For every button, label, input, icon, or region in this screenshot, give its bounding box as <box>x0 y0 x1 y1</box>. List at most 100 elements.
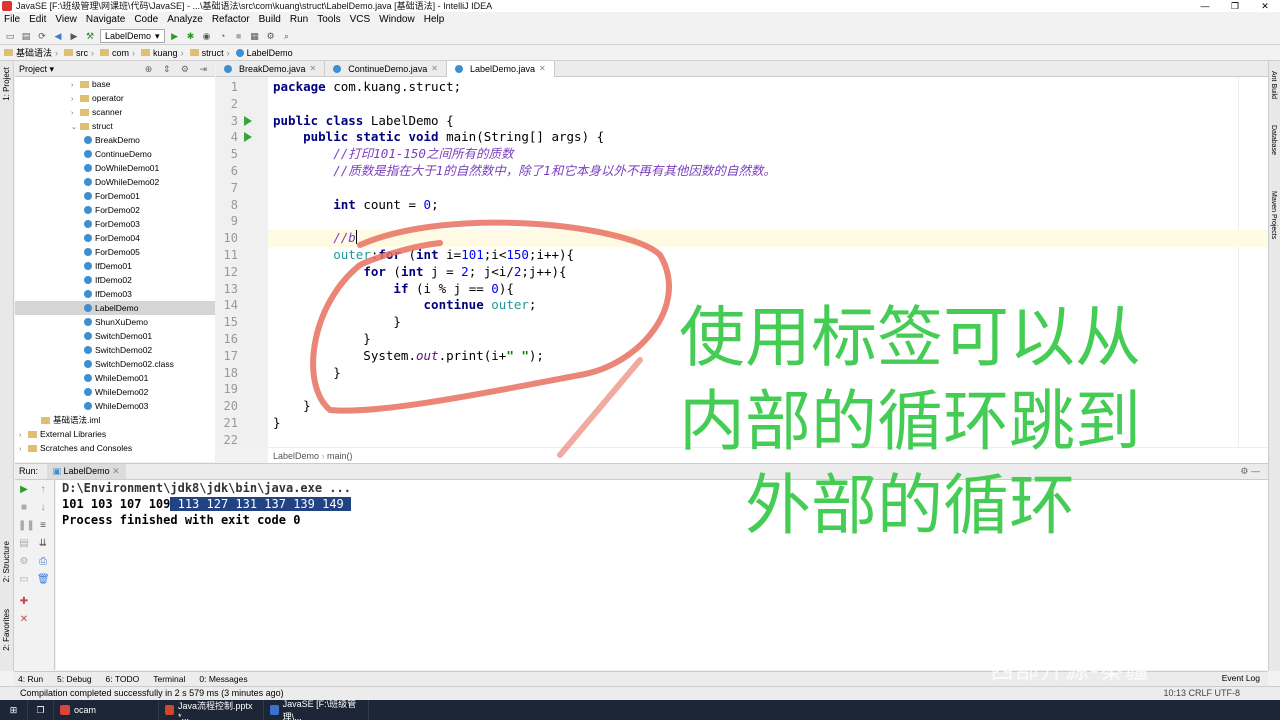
tree-item[interactable]: ShunXuDemo <box>15 315 215 329</box>
print-icon[interactable]: ⎙ <box>37 556 49 568</box>
tree-item[interactable]: SwitchDemo02.class <box>15 357 215 371</box>
tool-tab[interactable]: 4: Run <box>18 672 43 686</box>
close-icon[interactable]: ✕ <box>18 614 30 626</box>
dump-threads-icon[interactable]: ▤ <box>18 538 30 550</box>
trash-icon[interactable]: 🗑 <box>37 574 50 586</box>
stop-icon[interactable]: ■ <box>18 502 30 514</box>
tool-tab[interactable]: Terminal <box>153 672 185 686</box>
sync-icon[interactable]: ⟳ <box>36 30 48 42</box>
breadcrumb-item[interactable]: src › <box>64 48 100 58</box>
panel-actions[interactable]: ⊕ ⇕ ⚙ ⇥ <box>145 61 211 77</box>
maximize-button[interactable]: ❐ <box>1220 0 1250 12</box>
tool-tab[interactable]: 6: TODO <box>106 672 140 686</box>
favorites-tool-button[interactable]: 2: Favorites <box>2 609 11 651</box>
build-icon[interactable]: ⚒ <box>84 30 96 42</box>
settings-icon[interactable]: ⚙ <box>18 556 30 568</box>
soft-wrap-icon[interactable]: ≡ <box>37 520 49 532</box>
expand-arrow-icon[interactable]: › <box>19 443 28 457</box>
tree-item[interactable]: ForDemo01 <box>15 189 215 203</box>
layout-icon[interactable]: ▭ <box>18 574 30 586</box>
debug-icon[interactable]: ✱ <box>185 30 197 42</box>
scroll-down-icon[interactable]: ↓ <box>37 502 49 514</box>
tree-item[interactable]: SwitchDemo02 <box>15 343 215 357</box>
run-gutter-icon[interactable] <box>244 115 252 126</box>
event-log-button[interactable]: Event Log <box>1222 672 1260 685</box>
tree-item[interactable]: IfDemo02 <box>15 273 215 287</box>
editor-tab[interactable]: BreakDemo.java ✕ <box>216 61 326 77</box>
minimize-button[interactable]: — <box>1190 0 1220 12</box>
back-icon[interactable]: ◀ <box>52 30 64 42</box>
maven-projects-button[interactable]: Maven Projects <box>1270 191 1277 239</box>
taskbar-app[interactable]: ocam <box>54 700 159 720</box>
taskbar-app[interactable]: Java流程控制.pptx *... <box>159 700 264 720</box>
tree-item[interactable]: 基础语法.iml <box>15 413 215 427</box>
settings-icon[interactable]: ⚙ <box>265 30 277 42</box>
close-icon[interactable]: ✕ <box>539 61 546 77</box>
tree-item[interactable]: ForDemo05 <box>15 245 215 259</box>
run-gutter-icon[interactable] <box>244 132 252 143</box>
tree-item[interactable]: IfDemo03 <box>15 287 215 301</box>
tree-item[interactable]: ForDemo03 <box>15 217 215 231</box>
pause-icon[interactable]: ❚❚ <box>18 520 35 532</box>
run-configuration-select[interactable]: LabelDemo ▾ <box>100 28 165 43</box>
tool-tab[interactable]: 5: Debug <box>57 672 92 686</box>
tree-item[interactable]: BreakDemo <box>15 133 215 147</box>
menu-analyze[interactable]: Analyze <box>167 12 203 27</box>
tree-item[interactable]: ⌄ struct <box>15 119 215 133</box>
tree-item[interactable]: ForDemo04 <box>15 231 215 245</box>
tree-item[interactable]: ContinueDemo <box>15 147 215 161</box>
run-icon[interactable]: ▶ <box>169 30 181 42</box>
run-panel-settings-icon[interactable]: ⚙ — <box>1240 464 1260 479</box>
menu-tools[interactable]: Tools <box>317 12 340 27</box>
menu-build[interactable]: Build <box>259 12 281 27</box>
menu-help[interactable]: Help <box>424 12 445 27</box>
close-icon[interactable]: ✕ <box>310 61 317 77</box>
taskbar-app[interactable]: JavaSE [F:\班级管理\... <box>264 699 369 720</box>
scroll-to-end-icon[interactable]: ⇊ <box>37 538 49 550</box>
tree-item[interactable]: › Scratches and Consoles <box>15 441 215 455</box>
breadcrumb-item[interactable]: 基础语法 › <box>4 46 64 59</box>
profile-icon[interactable]: ◔ <box>217 30 229 42</box>
selected-output[interactable]: 113 127 131 137 139 149 <box>170 497 351 511</box>
scroll-up-icon[interactable]: ↑ <box>37 484 49 496</box>
tree-item[interactable]: DoWhileDemo01 <box>15 161 215 175</box>
menu-file[interactable]: File <box>4 12 20 27</box>
project-structure-icon[interactable]: ▦ <box>249 30 261 42</box>
tree-item[interactable]: › base <box>15 77 215 91</box>
tree-item[interactable]: WhileDemo03 <box>15 399 215 413</box>
close-icon[interactable]: ✕ <box>431 61 438 77</box>
chevron-down-icon[interactable]: ▾ <box>50 64 55 74</box>
tree-item[interactable]: WhileDemo01 <box>15 371 215 385</box>
tree-item[interactable]: ForDemo02 <box>15 203 215 217</box>
project-tool-button[interactable]: 1: Project <box>2 67 11 101</box>
menu-window[interactable]: Window <box>379 12 415 27</box>
coverage-icon[interactable]: ◉ <box>201 30 213 42</box>
editor-tab[interactable]: ContinueDemo.java ✕ <box>325 61 447 77</box>
menu-run[interactable]: Run <box>290 12 308 27</box>
tree-item[interactable]: WhileDemo02 <box>15 385 215 399</box>
search-icon[interactable]: ⌕ <box>281 30 293 42</box>
breadcrumb-item[interactable]: LabelDemo <box>235 48 299 58</box>
menu-navigate[interactable]: Navigate <box>86 12 125 27</box>
tree-item[interactable]: SwitchDemo01 <box>15 329 215 343</box>
database-button[interactable]: Database <box>1270 125 1277 155</box>
structure-tool-button[interactable]: 2: Structure <box>2 541 11 582</box>
status-right[interactable]: 10:13 CRLF UTF-8 <box>1163 687 1240 700</box>
run-tab[interactable]: ▣ LabelDemo ✕ <box>46 464 126 479</box>
tree-item[interactable]: DoWhileDemo02 <box>15 175 215 189</box>
tree-item[interactable]: LabelDemo <box>15 301 215 315</box>
menu-edit[interactable]: Edit <box>29 12 46 27</box>
breadcrumb-item[interactable]: struct › <box>189 48 236 58</box>
save-all-icon[interactable]: ▤ <box>20 30 32 42</box>
rerun-icon[interactable]: ▶ <box>18 484 30 496</box>
tree-item[interactable]: › scanner <box>15 105 215 119</box>
open-folder-icon[interactable]: ▭ <box>4 30 16 42</box>
breadcrumb-item[interactable]: com › <box>100 48 141 58</box>
menu-vcs[interactable]: VCS <box>350 12 371 27</box>
tool-tab[interactable]: 0: Messages <box>199 672 247 686</box>
menu-code[interactable]: Code <box>134 12 158 27</box>
tree-item[interactable]: IfDemo01 <box>15 259 215 273</box>
close-button[interactable]: ✕ <box>1250 0 1280 12</box>
pin-icon[interactable]: ✚ <box>18 596 30 608</box>
ant-build-button[interactable]: Ant Build <box>1270 71 1277 99</box>
